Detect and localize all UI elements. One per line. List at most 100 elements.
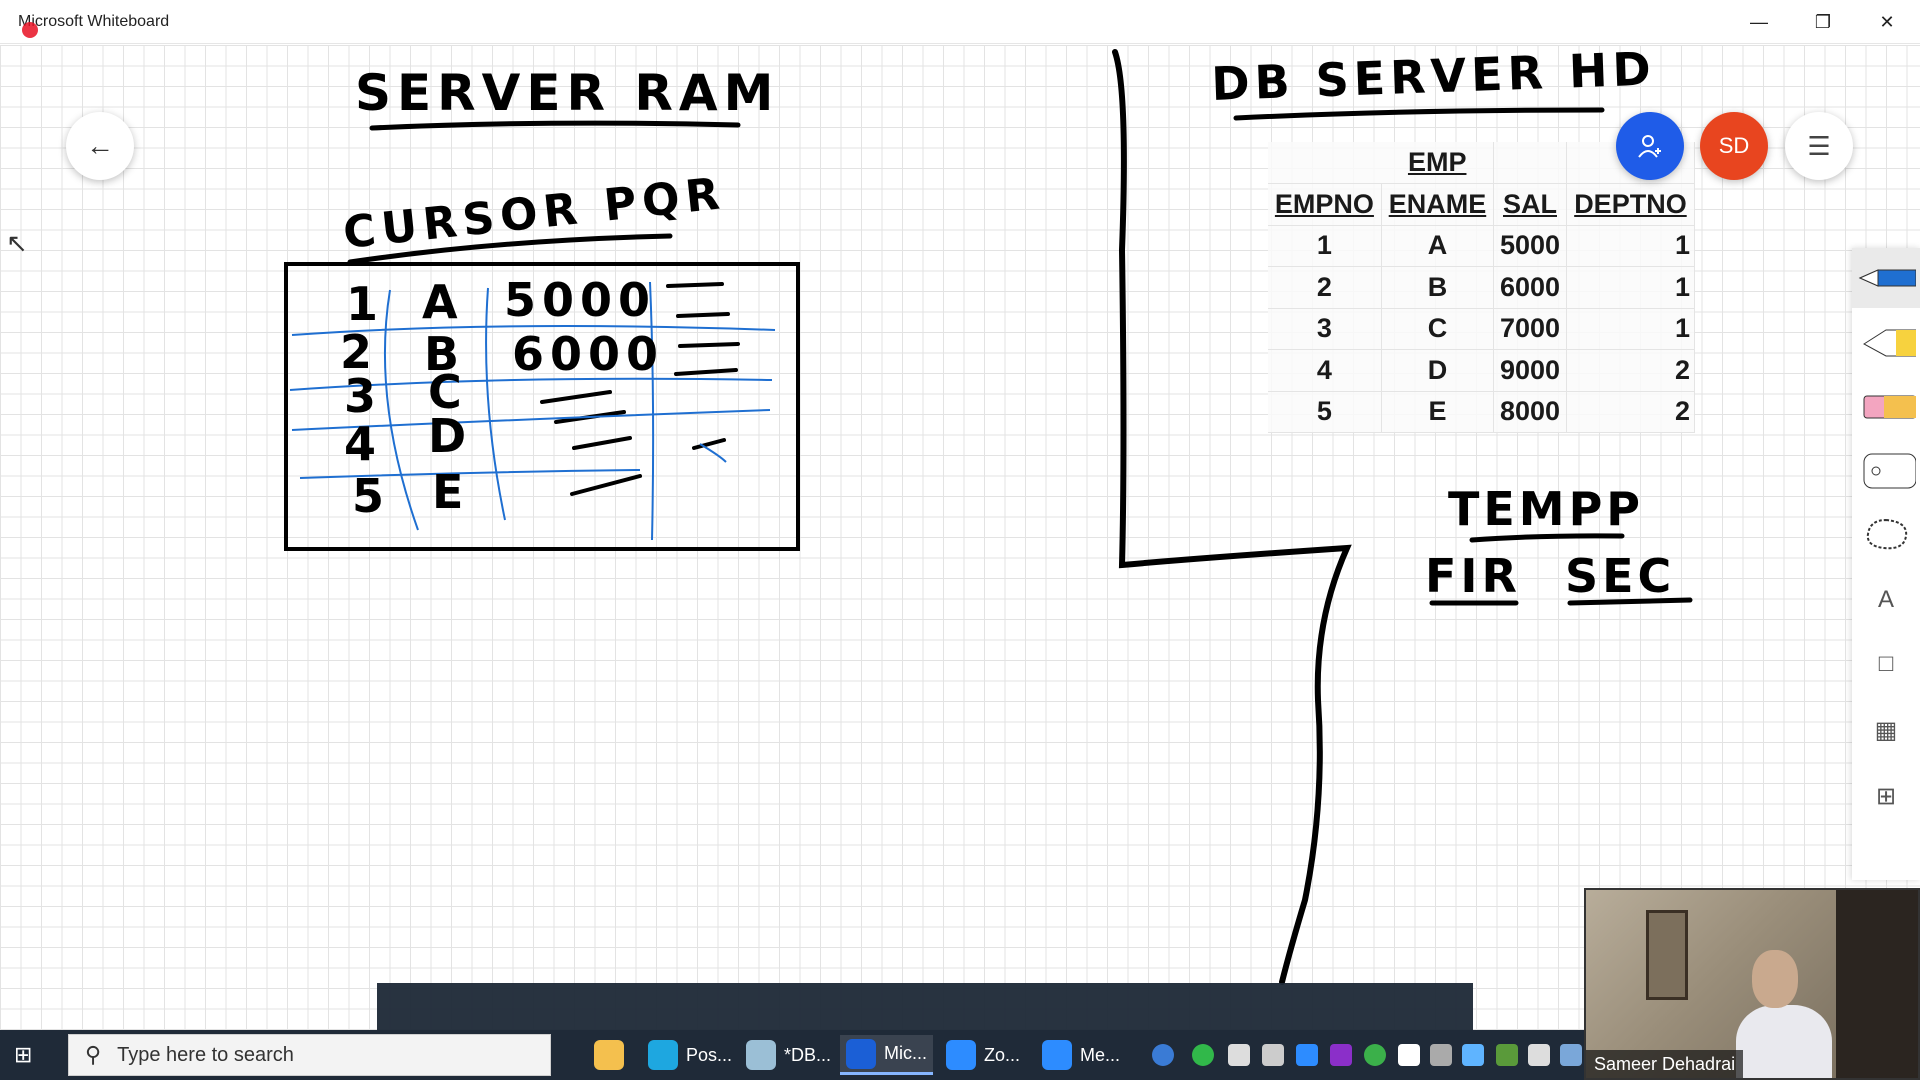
- taskbar-app-label: Mic...: [884, 1043, 927, 1063]
- emp-table[interactable]: EMP EMPNO ENAME SAL DEPTNO 1 A 5000 1 2 …: [1268, 142, 1696, 433]
- avatar-initials: SD: [1718, 133, 1750, 158]
- emp-cell: 5: [1268, 391, 1382, 433]
- emp-cell: 8000: [1493, 391, 1567, 433]
- mouse-cursor-icon: ↖: [6, 228, 28, 258]
- battery-icon[interactable]: [1262, 1044, 1284, 1066]
- notepad-icon: [746, 1040, 776, 1070]
- participant-head: [1752, 950, 1798, 1008]
- pen-icon: [1858, 269, 1916, 287]
- emp-header-sal: SAL: [1493, 183, 1567, 226]
- taskbar-app-2[interactable]: *DB...: [746, 1035, 831, 1075]
- emp-cell: 1: [1566, 266, 1696, 309]
- table-row: 1 A 5000 1: [1268, 225, 1696, 267]
- sticky-note-icon: □: [1878, 650, 1894, 677]
- eraser-icon: [1863, 395, 1916, 419]
- emp-cell: D: [1381, 349, 1495, 392]
- check-icon[interactable]: [1192, 1044, 1214, 1066]
- emp-cell: 7000: [1493, 308, 1567, 350]
- lasso-tool[interactable]: [1852, 504, 1920, 564]
- emp-cell: 4: [1268, 349, 1382, 392]
- image-icon: ▦: [1874, 716, 1898, 744]
- inking-toolbar: A □ ▦ ⊞: [1852, 248, 1920, 880]
- eraser-tool[interactable]: [1852, 376, 1920, 436]
- taskbar-app-1[interactable]: Pos...: [648, 1035, 732, 1075]
- emp-cell: 9000: [1493, 349, 1567, 392]
- table-row: 2 B 6000 1: [1268, 266, 1696, 309]
- taskbar-app-label: Pos...: [686, 1044, 733, 1065]
- screenshare-overlay-bar: [377, 983, 1473, 1030]
- image-tool[interactable]: ▦: [1852, 700, 1920, 760]
- emp-cell: 2: [1566, 349, 1696, 392]
- settings-menu-button[interactable]: ☰: [1785, 112, 1853, 180]
- recording-indicator: [22, 22, 38, 38]
- folder-icon: [594, 1040, 624, 1070]
- insert-tool[interactable]: ⊞: [1852, 766, 1920, 826]
- windows-start-icon[interactable]: ⊞: [14, 1042, 40, 1068]
- zoom-icon: [946, 1040, 976, 1070]
- emp-header-empno: EMPNO: [1268, 183, 1382, 226]
- file-explorer-button[interactable]: [594, 1035, 632, 1075]
- wifi-icon[interactable]: [1430, 1044, 1452, 1066]
- emp-cell: 5000: [1493, 225, 1567, 267]
- microphone-icon[interactable]: [1228, 1044, 1250, 1066]
- pen-tool[interactable]: [1852, 248, 1920, 308]
- participant-shirt: [1736, 1005, 1832, 1078]
- note-tool[interactable]: □: [1852, 634, 1920, 694]
- help-icon[interactable]: [1152, 1044, 1174, 1066]
- shield-icon[interactable]: [1398, 1044, 1420, 1066]
- back-button[interactable]: ←: [66, 112, 134, 180]
- participant-figure: [1736, 950, 1832, 1078]
- tablet-icon[interactable]: [1528, 1044, 1550, 1066]
- taskbar-app-3[interactable]: Mic...: [840, 1035, 933, 1075]
- taskbar-search-box[interactable]: ⚲ Type here to search: [68, 1034, 551, 1076]
- zoom-tray-icon[interactable]: [1296, 1044, 1318, 1066]
- highlighter-tool[interactable]: [1852, 312, 1920, 372]
- emp-cell: A: [1381, 225, 1495, 267]
- ruler-icon: [1863, 453, 1916, 489]
- emp-cell: 6000: [1493, 266, 1567, 309]
- whiteboard-icon: [846, 1038, 876, 1069]
- window-titlebar: Microsoft Whiteboard — ❐ ✕: [0, 0, 1920, 44]
- emp-header-ename: ENAME: [1381, 183, 1495, 226]
- minimize-button[interactable]: —: [1736, 6, 1782, 38]
- search-icon: ⚲: [85, 1042, 102, 1067]
- table-row: 4 D 9000 2: [1268, 349, 1696, 392]
- taskbar-app-4[interactable]: Zo...: [946, 1035, 1020, 1075]
- participant-name-label: Sameer Dehadrai: [1586, 1050, 1744, 1078]
- lasso-icon: [1866, 519, 1908, 550]
- edge-icon: [648, 1040, 678, 1070]
- window-title: Microsoft Whiteboard: [18, 13, 170, 30]
- close-button[interactable]: ✕: [1864, 6, 1910, 38]
- user-avatar-button[interactable]: SD: [1700, 112, 1768, 180]
- snowflake-icon[interactable]: [1462, 1044, 1484, 1066]
- taskbar-app-label: *DB...: [784, 1044, 832, 1065]
- arrow-left-icon: ←: [86, 130, 114, 161]
- emp-cell: B: [1381, 266, 1495, 309]
- ruler-tool[interactable]: [1852, 440, 1920, 500]
- emp-cell: 2: [1268, 266, 1382, 309]
- restore-button[interactable]: ❐: [1800, 6, 1846, 38]
- webcam-video[interactable]: Sameer Dehadrai: [1584, 888, 1920, 1080]
- emp-cell: 1: [1566, 308, 1696, 350]
- emp-cell: E: [1381, 391, 1495, 433]
- emp-cell: C: [1381, 308, 1495, 350]
- taskbar-app-label: Me...: [1080, 1044, 1121, 1065]
- add-person-icon: [1638, 135, 1661, 158]
- invite-button[interactable]: [1616, 112, 1684, 180]
- cloud-icon[interactable]: [1560, 1044, 1582, 1066]
- gpu-icon[interactable]: [1496, 1044, 1518, 1066]
- hamburger-menu-icon: ☰: [1807, 130, 1831, 161]
- plus-box-icon: ⊞: [1875, 782, 1897, 810]
- onenote-icon[interactable]: [1330, 1044, 1352, 1066]
- picture-frame: [1646, 910, 1688, 1000]
- text-tool[interactable]: A: [1852, 570, 1920, 630]
- doorway: [1836, 890, 1918, 1078]
- table-row: 3 C 7000 1: [1268, 308, 1696, 350]
- taskbar-app-5[interactable]: Me...: [1042, 1035, 1120, 1075]
- table-row: 5 E 8000 2: [1268, 391, 1696, 433]
- search-placeholder: Type here to search: [117, 1043, 294, 1066]
- emp-cell: 3: [1268, 308, 1382, 350]
- text-icon: A: [1877, 586, 1894, 613]
- sync-icon[interactable]: [1364, 1044, 1386, 1066]
- emp-cell: 1: [1268, 225, 1382, 267]
